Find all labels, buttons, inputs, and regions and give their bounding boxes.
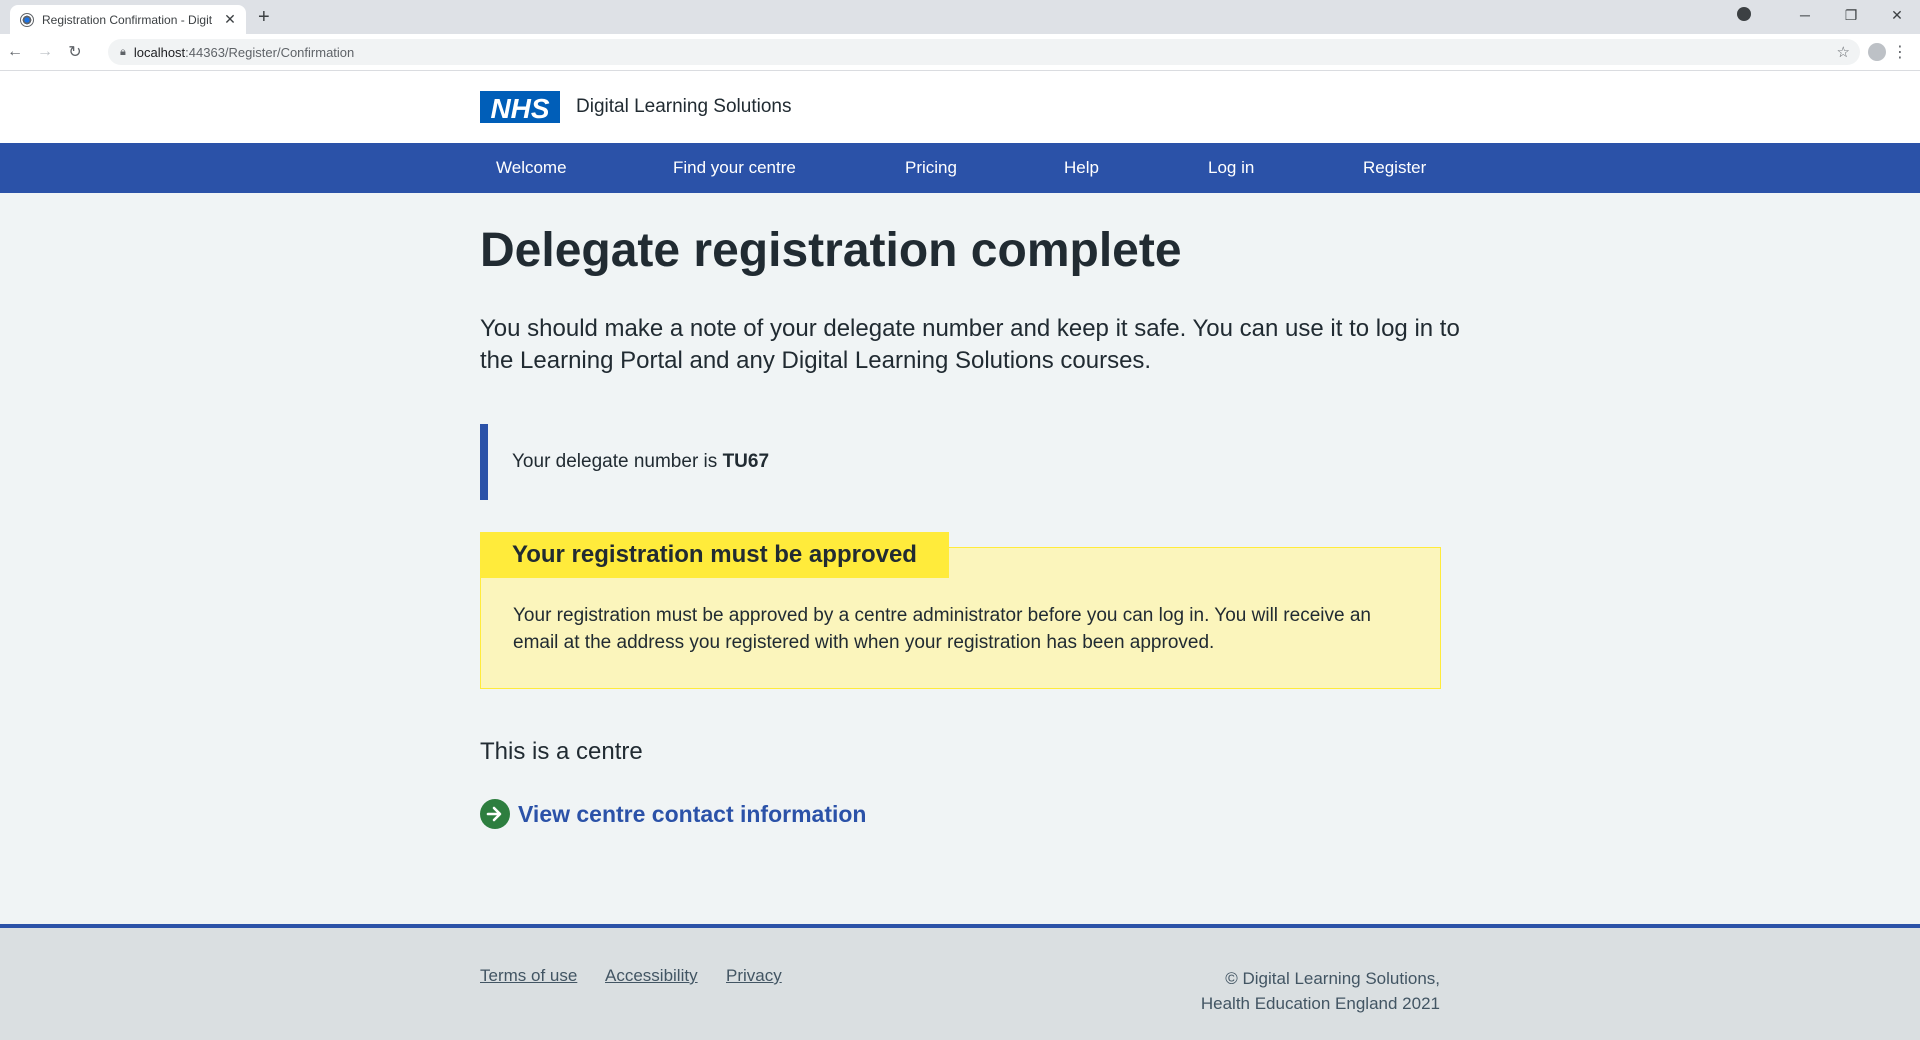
copyright-line-2: Health Education England 2021	[1200, 994, 1440, 1013]
window-close-button[interactable]: ✕	[1874, 7, 1920, 24]
copyright-line-1: © Digital Learning Solutions,	[1225, 969, 1440, 988]
url-host: localhost	[133, 44, 186, 60]
restore-button[interactable]: ❐	[1828, 7, 1874, 24]
warning-body: Your registration must be approved by a …	[513, 605, 1371, 653]
delegate-number: TU67	[722, 451, 770, 472]
window-controls: ─ ❐ ✕	[1736, 0, 1920, 30]
profile-avatar-icon[interactable]	[1868, 43, 1886, 61]
bookmark-star-icon[interactable]: ☆	[1837, 43, 1850, 61]
site-header: NHS Digital Learning Solutions	[0, 71, 1920, 143]
arrow-right-circle-icon	[480, 799, 510, 829]
forward-button[interactable]: →	[30, 43, 60, 61]
service-name[interactable]: Digital Learning Solutions	[576, 96, 791, 118]
site-favicon-icon	[20, 12, 34, 27]
footer-link-privacy[interactable]: Privacy	[726, 966, 782, 986]
page-title: Delegate registration complete	[480, 224, 1182, 277]
copyright: © Digital Learning Solutions, Health Edu…	[1201, 966, 1440, 1016]
warning-heading: Your registration must be approved	[480, 532, 949, 578]
nav-item-find-your-centre[interactable]: Find your centre	[673, 143, 796, 193]
reload-button[interactable]: ↻	[60, 42, 90, 62]
browser-menu-icon[interactable]: ⋮	[1892, 42, 1908, 62]
nav-item-pricing[interactable]: Pricing	[905, 143, 957, 193]
tab-close-icon[interactable]: ✕	[220, 11, 240, 28]
tab-title: Registration Confirmation - Digit	[42, 12, 213, 27]
back-button[interactable]: ←	[0, 43, 30, 61]
view-centre-contact-link[interactable]: View centre contact information	[480, 799, 866, 829]
nhs-logo[interactable]: NHS	[480, 91, 560, 124]
lock-icon[interactable]: 🔒︎	[120, 46, 126, 59]
url-path: :44363/Register/Confirmation	[185, 44, 355, 60]
action-link-label: View centre contact information	[518, 800, 867, 827]
site-footer: Terms of use Accessibility Privacy © Dig…	[0, 924, 1920, 1040]
delegate-number-inset: Your delegate number is TU67	[480, 424, 1080, 500]
nav-item-help[interactable]: Help	[1064, 143, 1099, 193]
minimize-button[interactable]: ─	[1782, 7, 1828, 23]
browser-toolbar: ← → ↻ 🔒︎ localhost :44363/Register/Confi…	[0, 34, 1920, 71]
footer-link-accessibility[interactable]: Accessibility	[605, 966, 698, 986]
nav-item-log-in[interactable]: Log in	[1208, 143, 1254, 193]
browser-tab[interactable]: Registration Confirmation - Digit ✕	[10, 5, 246, 34]
lede-text: You should make a note of your delegate …	[480, 315, 1460, 374]
main-content: Delegate registration complete You shoul…	[0, 193, 1920, 920]
address-bar[interactable]: 🔒︎ localhost :44363/Register/Confirmatio…	[108, 39, 1860, 65]
new-tab-button[interactable]: +	[258, 6, 270, 29]
nav-item-register[interactable]: Register	[1363, 143, 1426, 193]
tab-search-icon[interactable]	[1736, 6, 1782, 24]
inset-prefix: Your delegate number is	[512, 451, 723, 472]
footer-link-terms[interactable]: Terms of use	[480, 966, 577, 986]
browser-tabbar: Registration Confirmation - Digit ✕ + ─ …	[0, 0, 1920, 34]
centre-text: This is a centre	[480, 738, 643, 765]
primary-navigation: Welcome Find your centre Pricing Help Lo…	[0, 143, 1920, 193]
nav-item-welcome[interactable]: Welcome	[496, 143, 567, 193]
